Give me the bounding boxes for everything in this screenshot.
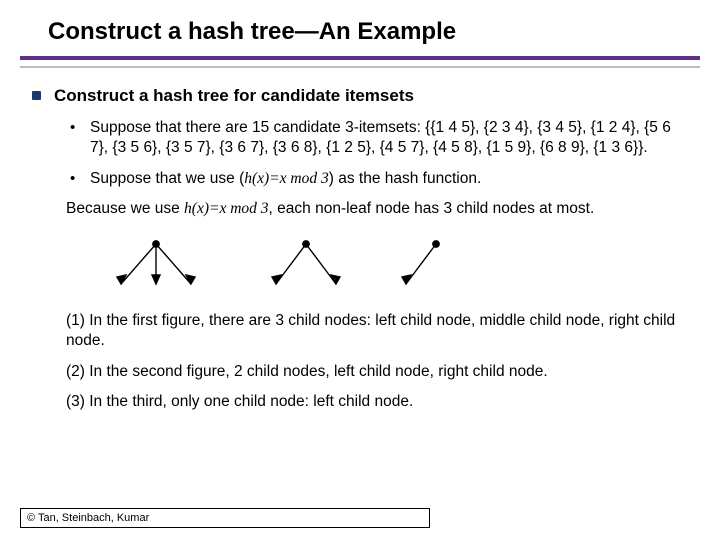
body-line-2: (1) In the first figure, there are 3 chi… [30, 311, 690, 352]
heading-bullet: Construct a hash tree for candidate item… [30, 86, 690, 106]
hash-fn-2: h(x)=x mod 3 [184, 200, 269, 217]
body-line-1: Because we use h(x)=x mod 3, each non-le… [30, 199, 690, 219]
slide-title: Construct a hash tree—An Example [0, 0, 720, 52]
body-line-3: (2) In the second figure, 2 child nodes,… [30, 362, 690, 382]
body-line-4: (3) In the third, only one child node: l… [30, 392, 690, 412]
slide-body: Construct a hash tree for candidate item… [0, 68, 720, 413]
hash-fn-1: h(x)=x mod 3 [244, 170, 329, 187]
sub-bullet-2: Suppose that we use (h(x)=x mod 3) as th… [30, 169, 690, 189]
footer-credit: © Tan, Steinbach, Kumar [20, 508, 430, 528]
sub-bullet-1: Suppose that there are 15 candidate 3-it… [30, 118, 690, 159]
text-part: Suppose that we use ( [90, 170, 244, 187]
text-part: , each non-leaf node has 3 child nodes a… [269, 200, 595, 217]
text-part: ) as the hash function. [329, 170, 482, 187]
title-underline [20, 56, 700, 68]
tree-diagram [30, 230, 690, 311]
text-part: Because we use [66, 200, 184, 217]
